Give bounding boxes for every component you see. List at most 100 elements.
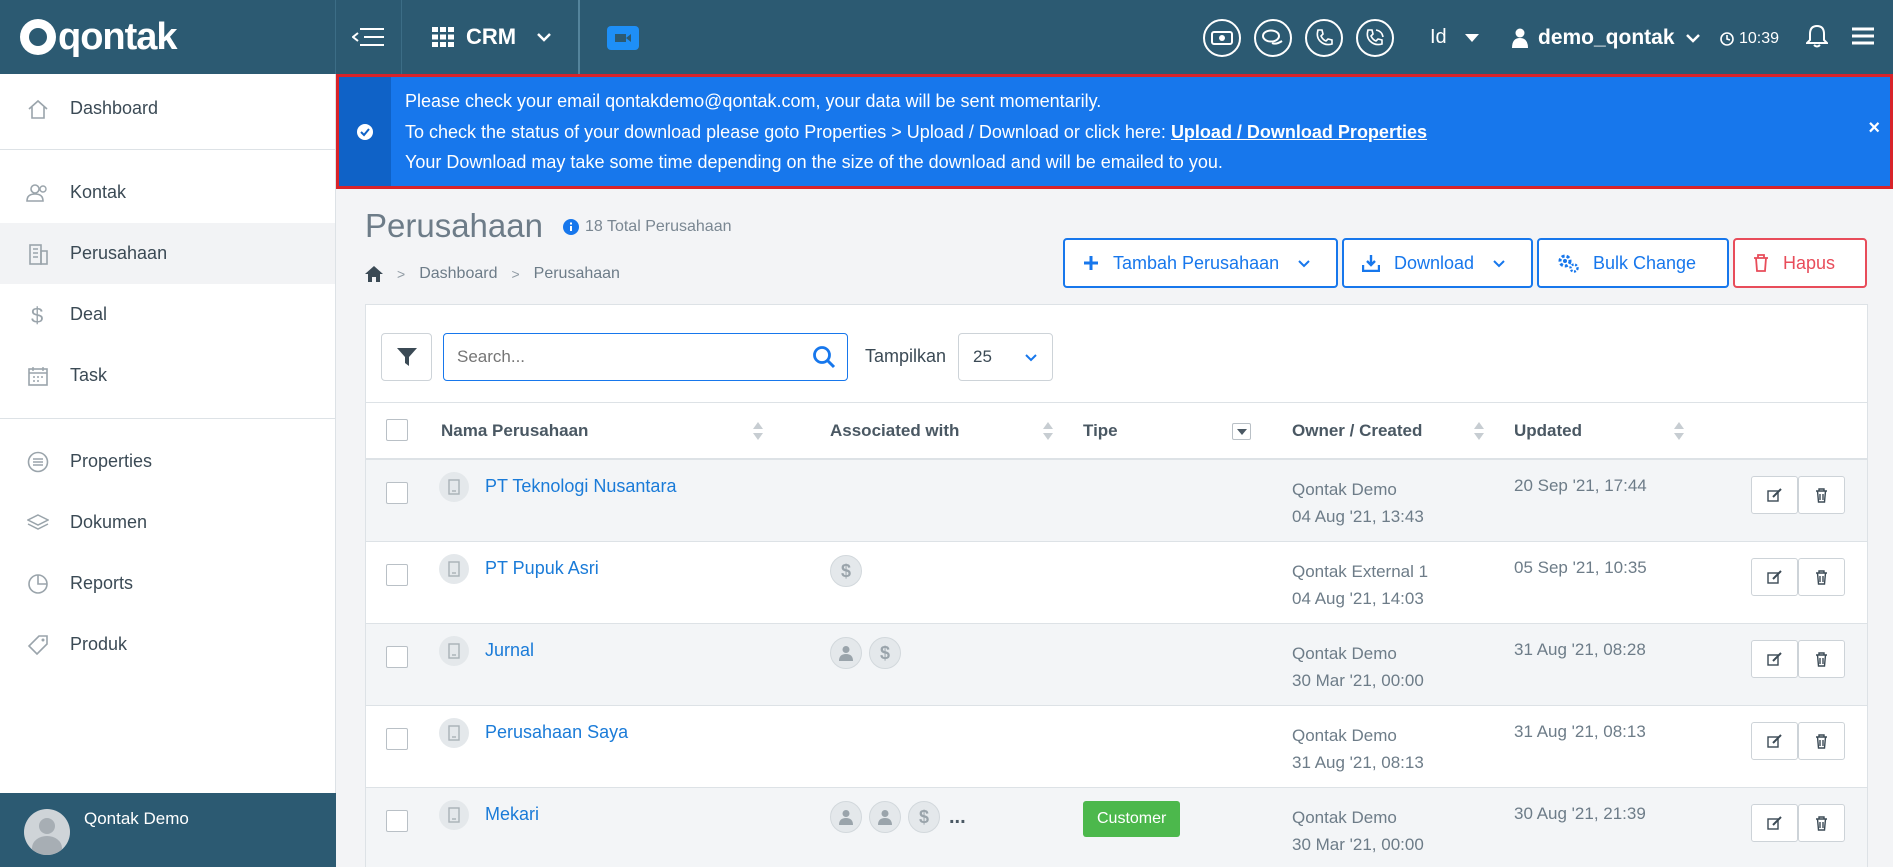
- trash-icon: [1816, 733, 1827, 749]
- person-icon: [839, 646, 853, 661]
- sidebar-item-reports[interactable]: Reports: [0, 553, 335, 614]
- owner-created: Qontak Demo 30 Mar '21, 00:00: [1292, 804, 1424, 858]
- user-menu[interactable]: demo_qontak: [1512, 26, 1701, 50]
- filter-button[interactable]: [381, 333, 432, 381]
- notifications-button[interactable]: [1804, 24, 1830, 53]
- sort-icon[interactable]: [1474, 422, 1484, 440]
- delete-button[interactable]: Hapus: [1733, 238, 1867, 288]
- row-delete-button[interactable]: [1798, 640, 1845, 678]
- associated-badges: $: [830, 555, 862, 587]
- add-company-button[interactable]: Tambah Perusahaan: [1063, 238, 1338, 288]
- main-menu-button[interactable]: [1852, 27, 1874, 50]
- column-header-name[interactable]: Nama Perusahaan: [441, 421, 588, 441]
- video-call-button[interactable]: [607, 26, 639, 50]
- grid-icon: [432, 27, 454, 47]
- type-badge: Customer: [1083, 801, 1181, 837]
- sidebar-item-dashboard[interactable]: Dashboard: [0, 78, 335, 139]
- row-checkbox[interactable]: [386, 728, 408, 750]
- app-switcher-label: CRM: [466, 24, 517, 49]
- company-name-link[interactable]: Mekari: [485, 804, 539, 825]
- edit-button[interactable]: [1751, 804, 1798, 842]
- column-header-tipe[interactable]: Tipe: [1083, 421, 1118, 441]
- deal-badge[interactable]: $: [869, 637, 901, 669]
- home-icon[interactable]: [365, 266, 383, 282]
- sidebar-item-label: Dashboard: [70, 98, 159, 118]
- sidebar-item-label: Reports: [70, 573, 134, 593]
- row-checkbox[interactable]: [386, 564, 408, 586]
- select-all-checkbox[interactable]: [386, 419, 408, 441]
- column-header-associated[interactable]: Associated with: [830, 421, 959, 441]
- clock: 10:39: [1720, 30, 1779, 48]
- sort-icon[interactable]: [1674, 422, 1684, 440]
- sidebar-item-properties[interactable]: Properties: [0, 431, 335, 492]
- column-header-owner[interactable]: Owner / Created: [1292, 421, 1422, 441]
- company-name-link[interactable]: PT Teknologi Nusantara: [485, 476, 676, 497]
- sidebar-item-dokumen[interactable]: Dokumen: [0, 492, 335, 553]
- clock-icon: [1720, 32, 1734, 46]
- layers-icon: [26, 511, 50, 535]
- sidebar-user[interactable]: Qontak Demo: [0, 793, 336, 867]
- sidebar-item-label: Perusahaan: [70, 243, 168, 263]
- calendar-icon: [26, 364, 50, 388]
- call-center-button[interactable]: [1356, 19, 1394, 57]
- chat-button[interactable]: [1254, 19, 1292, 57]
- breadcrumb-dashboard[interactable]: Dashboard: [419, 265, 497, 283]
- tipe-filter-dropdown[interactable]: [1232, 423, 1251, 440]
- deal-badge[interactable]: $: [830, 555, 862, 587]
- table-header: Nama Perusahaan Associated with Tipe Own…: [366, 402, 1867, 460]
- logo[interactable]: qontak: [0, 0, 336, 74]
- username: demo_qontak: [1538, 26, 1675, 49]
- deal-badge[interactable]: $: [908, 801, 940, 833]
- more-associations[interactable]: ...: [949, 806, 966, 829]
- sidebar-item-deal[interactable]: $ Deal: [0, 284, 335, 345]
- search-input[interactable]: [443, 333, 848, 381]
- row-checkbox[interactable]: [386, 646, 408, 668]
- download-button[interactable]: Download: [1342, 238, 1533, 288]
- row-delete-button[interactable]: [1798, 722, 1845, 760]
- alert-close-button[interactable]: ×: [1868, 117, 1880, 140]
- phone-button[interactable]: [1305, 19, 1343, 57]
- row-checkbox[interactable]: [386, 810, 408, 832]
- column-header-updated[interactable]: Updated: [1514, 421, 1582, 441]
- created-date: 31 Aug '21, 08:13: [1292, 753, 1424, 772]
- company-name-link[interactable]: PT Pupuk Asri: [485, 558, 599, 579]
- edit-button[interactable]: [1751, 476, 1798, 514]
- company-name-link[interactable]: Perusahaan Saya: [485, 722, 628, 743]
- chevron-down-icon: [537, 33, 551, 42]
- sidebar-item-task[interactable]: Task: [0, 345, 335, 406]
- bulk-change-label: Bulk Change: [1593, 252, 1697, 273]
- companies-panel: Tampilkan 25 Nama Perusahaan Associated …: [365, 304, 1868, 867]
- row-delete-button[interactable]: [1798, 558, 1845, 596]
- language-selector[interactable]: Id: [1430, 26, 1479, 49]
- menu-collapse-button[interactable]: [336, 0, 402, 74]
- table-row: Mekari $ ... Customer Qontak Demo 30 Mar …: [366, 788, 1867, 867]
- company-name-link[interactable]: Jurnal: [485, 640, 534, 661]
- contact-badge[interactable]: [830, 801, 862, 833]
- bulk-change-button[interactable]: Bulk Change: [1537, 238, 1729, 288]
- edit-icon: [1766, 734, 1782, 748]
- row-delete-button[interactable]: [1798, 476, 1845, 514]
- row-delete-button[interactable]: [1798, 804, 1845, 842]
- page-size-select[interactable]: 25: [958, 333, 1053, 381]
- page-title: Perusahaan: [365, 207, 543, 244]
- sidebar-item-kontak[interactable]: Kontak: [0, 162, 335, 223]
- upload-download-link[interactable]: Upload / Download Properties: [1171, 122, 1427, 142]
- breadcrumb: > Dashboard > Perusahaan: [365, 265, 620, 283]
- sidebar-item-produk[interactable]: Produk: [0, 614, 335, 675]
- row-checkbox[interactable]: [386, 482, 408, 504]
- app-switcher[interactable]: CRM: [402, 0, 580, 74]
- download-label: Download: [1394, 252, 1475, 273]
- sort-icon[interactable]: [753, 422, 763, 440]
- contact-badge[interactable]: [830, 637, 862, 669]
- money-button[interactable]: [1203, 19, 1241, 57]
- edit-button[interactable]: [1751, 558, 1798, 596]
- edit-button[interactable]: [1751, 640, 1798, 678]
- search-icon[interactable]: [812, 345, 836, 369]
- contact-badge[interactable]: [869, 801, 901, 833]
- sort-icon[interactable]: [1043, 422, 1053, 440]
- language-label: Id: [1430, 26, 1447, 48]
- edit-button[interactable]: [1751, 722, 1798, 760]
- sidebar-item-perusahaan[interactable]: Perusahaan: [0, 223, 335, 284]
- plus-icon: [1084, 256, 1098, 270]
- building-icon: [439, 718, 469, 748]
